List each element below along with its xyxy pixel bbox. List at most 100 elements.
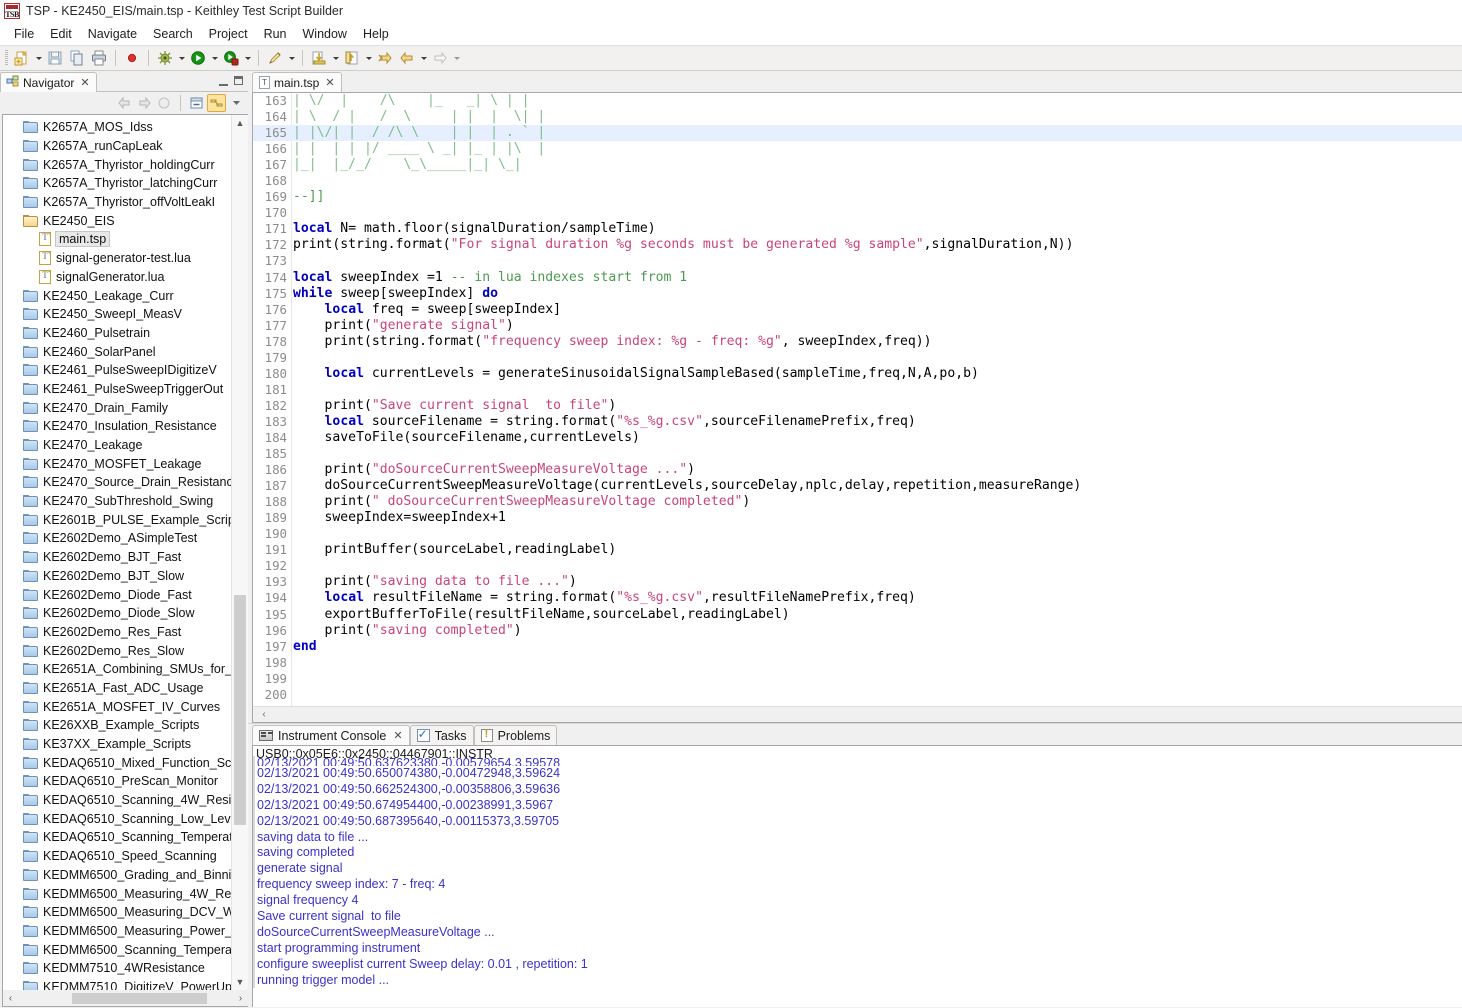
tree-item[interactable]: KE37XX_Example_Scripts [3, 735, 232, 754]
tree-item[interactable]: K2657A_Thyristor_holdingCurr [3, 155, 232, 174]
code-line[interactable]: 178 print(string.format("frequency sweep… [253, 334, 1462, 350]
tree-item[interactable]: KEDMM6500_Grading_and_Binning_ [3, 866, 232, 885]
code-line[interactable]: 170 [253, 205, 1462, 221]
tree-item[interactable]: KEDMM6500_Measuring_4W_Res_wi [3, 884, 232, 903]
code-line[interactable]: 167 |_| |_/_/ \_\_____|_| \_| [253, 157, 1462, 173]
menu-navigate[interactable]: Navigate [80, 25, 145, 43]
tree-item[interactable]: KE2461_PulseSweepTriggerOut [3, 380, 232, 399]
code-line[interactable]: 168 [253, 173, 1462, 189]
tree-item[interactable]: KE2450_EIS [3, 211, 232, 230]
tab-navigator[interactable]: Navigator ✕ [0, 72, 97, 92]
tree-item[interactable]: KEDMM6500_Scanning_Temperature [3, 940, 232, 959]
nav-scroll-down-icon[interactable]: ▼ [232, 974, 248, 990]
tab-instrument-console[interactable]: Instrument Console ✕ [252, 725, 410, 745]
nav-forward-icon[interactable] [135, 94, 154, 112]
nav-hscroll-left-icon[interactable]: ‹ [3, 993, 18, 1004]
code-line[interactable]: 186 print("doSourceCurrentSweepMeasureVo… [253, 462, 1462, 478]
new-file-dropdown-icon[interactable] [33, 47, 44, 69]
code-line[interactable]: 164 | \ / | / \ | | | \| | [253, 109, 1462, 125]
forward-dropdown-icon[interactable] [451, 47, 462, 69]
code-line[interactable]: 189 sweepIndex=sweepIndex+1 [253, 510, 1462, 526]
code-line[interactable]: 187 doSourceCurrentSweepMeasureVoltage(c… [253, 478, 1462, 494]
tree-item[interactable]: KE2470_Source_Drain_Resistance [3, 473, 232, 492]
external-tools-button[interactable] [220, 47, 242, 69]
navigator-vertical-scrollbar[interactable]: ▲ ▼ [231, 115, 248, 990]
tree-item[interactable]: KE2601B_PULSE_Example_Scripts [3, 510, 232, 529]
tree-item[interactable]: signal-generator-test.lua [3, 249, 232, 268]
next-annotation-button[interactable] [374, 47, 396, 69]
tree-item[interactable]: KEDMM6500_Measuring_DCV_With_ [3, 903, 232, 922]
tree-item[interactable]: KE2470_Drain_Family [3, 398, 232, 417]
code-editor[interactable]: 163 | \/ | /\ |_ _| \ | | 164 | \ / | / \ |… [252, 92, 1462, 723]
tree-item[interactable]: K2657A_runCapLeak [3, 137, 232, 156]
external-tools-dropdown-icon[interactable] [242, 47, 253, 69]
tree-item[interactable]: KE2602Demo_Diode_Slow [3, 604, 232, 623]
tree-item[interactable]: KEDAQ6510_Scanning_Temperature [3, 828, 232, 847]
annotate-dropdown-icon[interactable] [286, 47, 297, 69]
toolbar-grip[interactable] [5, 50, 8, 66]
collapse-all-icon[interactable] [187, 94, 206, 112]
new-file-button[interactable] [11, 47, 33, 69]
menu-file[interactable]: File [6, 25, 42, 43]
code-line[interactable]: 181 [253, 382, 1462, 398]
code-line[interactable]: 165 | |\/| | / /\ \ | | | . ` | [253, 125, 1462, 142]
console-tab-close-icon[interactable]: ✕ [393, 729, 402, 742]
code-line[interactable]: 175 while sweep[sweepIndex] do [253, 286, 1462, 302]
menu-help[interactable]: Help [355, 25, 397, 43]
tree-item[interactable]: signalGenerator.lua [3, 268, 232, 287]
code-line[interactable]: 177 print("generate signal") [253, 318, 1462, 334]
code-line[interactable]: 188 print(" doSourceCurrentSweepMeasureV… [253, 494, 1462, 510]
tree-item[interactable]: KE2651A_Fast_ADC_Usage [3, 679, 232, 698]
tree-item[interactable]: KE2470_MOSFET_Leakage [3, 454, 232, 473]
nav-scroll-up-icon[interactable]: ▲ [232, 115, 248, 131]
code-line[interactable]: 180 local currentLevels = generateSinuso… [253, 366, 1462, 382]
tree-item[interactable]: KE2602Demo_Res_Slow [3, 641, 232, 660]
forward-button[interactable] [429, 47, 451, 69]
run-dropdown-icon[interactable] [209, 47, 220, 69]
code-line[interactable]: 198 [253, 655, 1462, 671]
nav-scroll-thumb[interactable] [234, 595, 246, 825]
tree-item[interactable]: KE2460_Pulsetrain [3, 324, 232, 343]
code-line[interactable]: 172 print(string.format("For signal durat… [253, 237, 1462, 253]
debug-button[interactable] [154, 47, 176, 69]
back-button[interactable] [396, 47, 418, 69]
tree-item[interactable]: KE2450_Leakage_Curr [3, 286, 232, 305]
code-line[interactable]: 199 [253, 671, 1462, 687]
code-line[interactable]: 196 print("saving completed") [253, 623, 1462, 639]
tree-item[interactable]: K2657A_Thyristor_offVoltLeakI [3, 193, 232, 212]
code-line[interactable]: 191 printBuffer(sourceLabel,readingLabel… [253, 542, 1462, 558]
code-line[interactable]: 163 | \/ | /\ |_ _| \ | | [253, 93, 1462, 109]
menu-search[interactable]: Search [145, 25, 201, 43]
code-line[interactable]: 194 local resultFileName = string.format… [253, 590, 1462, 606]
save-button[interactable] [44, 47, 66, 69]
tree-item[interactable]: KE2460_SolarPanel [3, 342, 232, 361]
view-menu-icon[interactable] [227, 94, 246, 112]
code-line[interactable]: 200 [253, 687, 1462, 703]
tree-item[interactable]: KE2602Demo_BJT_Fast [3, 548, 232, 567]
copy-button[interactable] [66, 47, 88, 69]
code-line[interactable]: 193 print("saving data to file ...") [253, 574, 1462, 590]
code-line[interactable]: 183 local sourceFilename = string.format… [253, 414, 1462, 430]
tree-item[interactable]: K2657A_MOS_Idss [3, 118, 232, 137]
tab-tasks[interactable]: Tasks [409, 725, 474, 745]
menu-edit[interactable]: Edit [42, 25, 80, 43]
link-with-editor-icon[interactable] [207, 94, 226, 112]
menu-project[interactable]: Project [201, 25, 256, 43]
export-dropdown-icon[interactable] [363, 47, 374, 69]
record-button[interactable] [121, 47, 143, 69]
code-line[interactable]: 195 exportBufferToFile(resultFileName,so… [253, 607, 1462, 623]
import-dropdown-icon[interactable] [330, 47, 341, 69]
tree-item[interactable]: KE2470_Leakage [3, 436, 232, 455]
menu-window[interactable]: Window [295, 25, 355, 43]
code-line[interactable]: 185 [253, 446, 1462, 462]
nav-back-icon[interactable] [115, 94, 134, 112]
run-button[interactable] [187, 47, 209, 69]
nav-hscroll-track[interactable] [18, 992, 233, 1005]
tree-item[interactable]: KEDMM6500_Measuring_Power_Usin [3, 922, 232, 941]
editor-horizontal-scrollbar[interactable]: ‹ [253, 706, 1462, 722]
code-line[interactable]: 179 [253, 350, 1462, 366]
tree-item[interactable]: KEDAQ6510_Speed_Scanning [3, 847, 232, 866]
tree-item[interactable]: KE2651A_MOSFET_IV_Curves [3, 697, 232, 716]
code-line[interactable]: 173 [253, 253, 1462, 269]
tree-item[interactable]: KE2602Demo_Diode_Fast [3, 585, 232, 604]
